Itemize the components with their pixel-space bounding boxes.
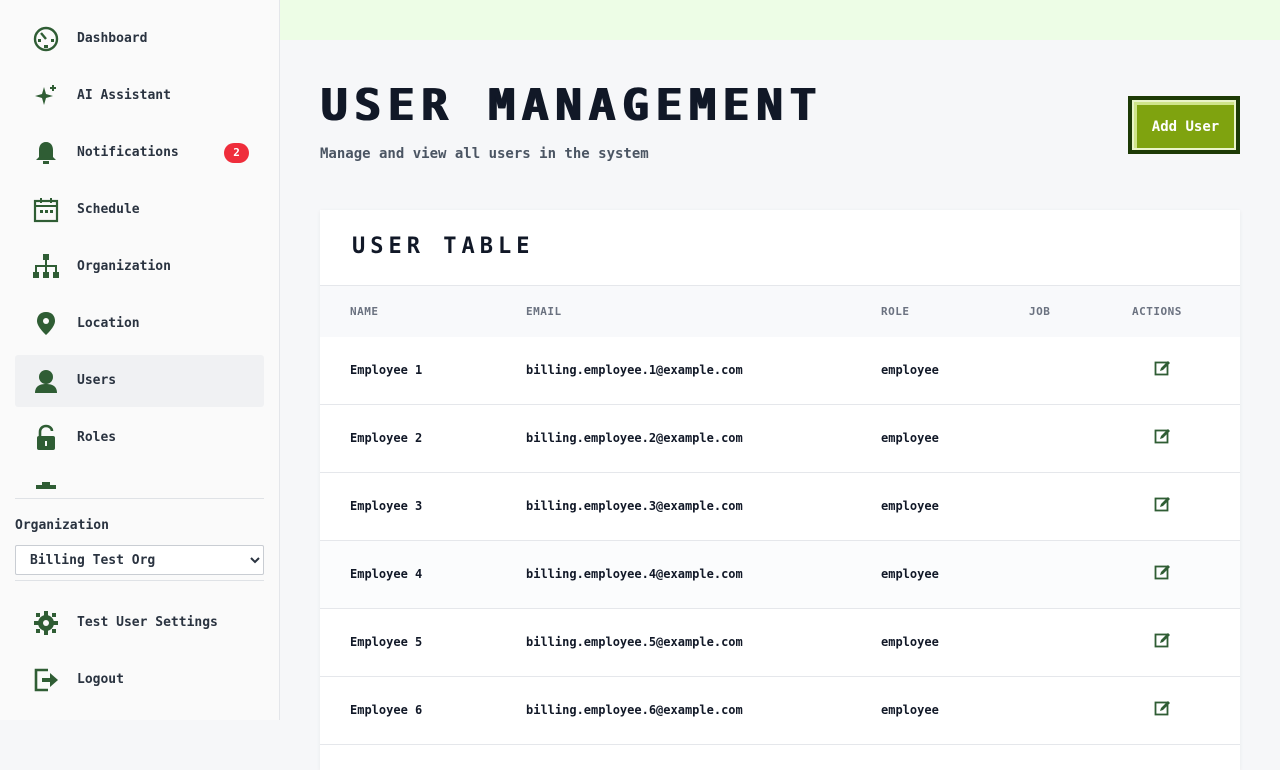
table-title: USER TABLE [352, 234, 535, 259]
user-icon [31, 367, 61, 395]
column-header-email[interactable]: EMAIL [526, 286, 562, 337]
column-header-actions: ACTIONS [1132, 305, 1182, 318]
sidebar-divider [15, 580, 264, 581]
clipped-nav-icon [31, 481, 61, 493]
add-user-button-label: Add User [1134, 102, 1234, 148]
top-bar [280, 0, 1280, 40]
sidebar-item-notifications[interactable]: Notifications 2 [15, 127, 264, 179]
cell-name: Employee 2 [350, 431, 423, 445]
add-user-button[interactable]: Add User [1128, 96, 1240, 154]
cell-email: billing.employee.6@example.com [526, 703, 743, 717]
cell-email: billing.employee.2@example.com [526, 431, 743, 445]
sidebar-item-roles[interactable]: Roles [15, 412, 264, 464]
sidebar-item-ai-assistant[interactable]: AI Assistant [15, 70, 264, 122]
cell-role: employee [881, 431, 939, 445]
organization-select[interactable]: Billing Test Org [15, 545, 264, 575]
sidebar-item-schedule[interactable]: Schedule [15, 184, 264, 236]
cell-email: billing.employee.4@example.com [526, 567, 743, 581]
table-row[interactable]: Employee 6 billing.employee.6@example.co… [320, 677, 1240, 745]
table-row[interactable]: Employee 2 billing.employee.2@example.co… [320, 405, 1240, 473]
edit-icon[interactable] [1154, 631, 1172, 649]
org-chart-icon [31, 253, 61, 281]
sidebar-item-label: Users [77, 373, 117, 388]
logout-icon [31, 666, 61, 694]
notification-count-badge: 2 [224, 143, 249, 163]
cell-email: billing.employee.1@example.com [526, 363, 743, 377]
sidebar-item-label: Schedule [77, 202, 140, 217]
user-table-card: USER TABLE NAME EMAIL ROLE JOB ACTIONS E… [320, 210, 1240, 770]
table-row[interactable]: Employee 3 billing.employee.3@example.co… [320, 473, 1240, 541]
page-subtitle: Manage and view all users in the system [320, 146, 649, 162]
sidebar-item-settings[interactable]: Test User Settings [15, 597, 264, 649]
table-header: NAME EMAIL ROLE JOB ACTIONS [320, 285, 1240, 338]
cell-role: employee [881, 567, 939, 581]
cell-name: Employee 1 [350, 363, 423, 377]
edit-icon[interactable] [1154, 495, 1172, 513]
sidebar-item-label: Organization [77, 259, 171, 274]
sidebar-item-label: Notifications [77, 145, 179, 160]
sidebar-item-label: AI Assistant [77, 88, 171, 103]
cell-role: employee [881, 703, 939, 717]
cell-name: Employee 4 [350, 567, 423, 581]
table-row[interactable]: Employee 1 billing.employee.1@example.co… [320, 337, 1240, 405]
column-header-role[interactable]: ROLE [881, 286, 910, 337]
sidebar-nav: Dashboard AI Assistant Notifications 2 S… [15, 13, 264, 493]
sidebar: Dashboard AI Assistant Notifications 2 S… [0, 0, 280, 720]
cell-name: Employee 6 [350, 703, 423, 717]
sidebar-item-label: Logout [77, 672, 124, 687]
cell-name: Employee 3 [350, 499, 423, 513]
sidebar-item-label: Dashboard [77, 31, 148, 46]
sidebar-item-location[interactable]: Location [15, 298, 264, 350]
location-pin-icon [31, 310, 61, 338]
sidebar-item-organization[interactable]: Organization [15, 241, 264, 293]
cell-role: employee [881, 635, 939, 649]
calendar-icon [31, 196, 61, 224]
cell-role: employee [881, 499, 939, 513]
lock-icon [31, 424, 61, 452]
cell-email: billing.employee.3@example.com [526, 499, 743, 513]
bell-icon [31, 139, 61, 167]
dashboard-icon [31, 25, 61, 53]
cell-name: Employee 5 [350, 635, 423, 649]
table-row[interactable]: Employee 5 billing.employee.5@example.co… [320, 609, 1240, 677]
column-header-job[interactable]: JOB [1029, 286, 1050, 337]
edit-icon[interactable] [1154, 563, 1172, 581]
sidebar-item-dashboard[interactable]: Dashboard [15, 13, 264, 65]
sidebar-item-label: Location [77, 316, 140, 331]
sidebar-item-more[interactable] [15, 469, 264, 493]
sidebar-item-label: Test User Settings [77, 615, 218, 630]
sidebar-item-logout[interactable]: Logout [15, 654, 264, 706]
sparkle-icon [31, 82, 61, 110]
column-header-name[interactable]: NAME [350, 286, 379, 337]
sidebar-item-label: Roles [77, 430, 117, 445]
organization-label: Organization [15, 518, 109, 533]
edit-icon[interactable] [1154, 359, 1172, 377]
sidebar-divider [15, 498, 264, 499]
cell-email: billing.employee.5@example.com [526, 635, 743, 649]
table-row[interactable]: Employee 4 billing.employee.4@example.co… [320, 541, 1240, 609]
page-title: USER MANAGEMENT [320, 80, 823, 131]
cell-role: employee [881, 363, 939, 377]
edit-icon[interactable] [1154, 427, 1172, 445]
gear-icon [31, 609, 61, 637]
edit-icon[interactable] [1154, 699, 1172, 717]
sidebar-item-users[interactable]: Users [15, 355, 264, 407]
